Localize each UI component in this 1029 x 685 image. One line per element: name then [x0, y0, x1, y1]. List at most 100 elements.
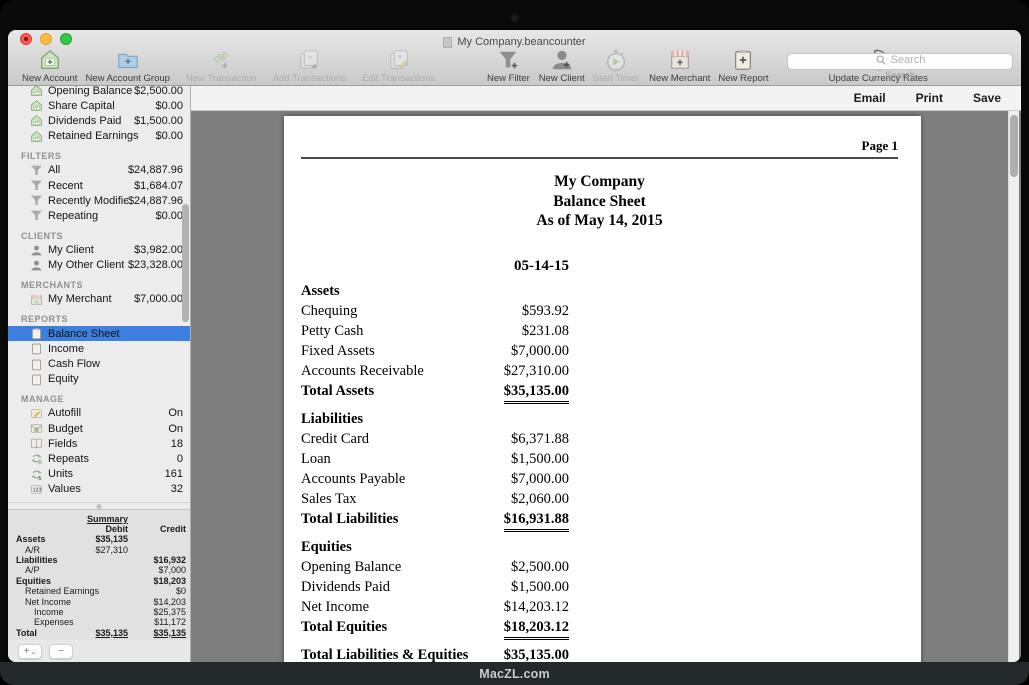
new-account-icon: [38, 48, 62, 72]
viewer-scrollbar-thumb[interactable]: [1010, 115, 1018, 177]
new-report-button[interactable]: New Report: [718, 48, 768, 84]
report-subtitle: As of May 14, 2015: [301, 211, 898, 231]
new-filter-button[interactable]: New Filter: [487, 48, 530, 84]
total-liabilities-row: Total Liabilities $16,931.88: [301, 509, 569, 532]
new-account-group-icon: [116, 48, 140, 72]
item-label: My Other Client: [48, 259, 124, 271]
summary-label: Expenses: [16, 617, 76, 627]
row-value: $35,135.00: [504, 381, 569, 404]
remove-button[interactable]: −: [49, 644, 73, 659]
item-value: On: [168, 407, 183, 419]
item-label: Budget: [48, 423, 83, 435]
row-label: Fixed Assets: [301, 341, 375, 361]
row-label: Total Assets: [301, 381, 374, 404]
row-value: $35,135.00: [504, 645, 569, 663]
sidebar-item-repeats[interactable]: Repeats 0: [8, 451, 190, 466]
sidebar-item-retained-earnings[interactable]: Retained Earnings $0.00: [8, 129, 190, 144]
toolbar-label: New Account: [22, 73, 77, 84]
filter-icon: [30, 179, 43, 192]
plus-icon: +: [24, 646, 30, 657]
sidebar-item-values[interactable]: Values 32: [8, 482, 190, 497]
company-name: My Company: [301, 172, 898, 192]
sidebar-item-units[interactable]: Units 161: [8, 467, 190, 482]
splitter-handle[interactable]: [8, 502, 190, 509]
sidebar-item-filter-repeating[interactable]: Repeating $0.00: [8, 208, 190, 223]
filter-icon: [30, 164, 43, 177]
summary-label: Net Income: [16, 597, 76, 607]
section-header-merchants: MERCHANTS: [8, 273, 190, 292]
item-value: $23,328.00: [128, 259, 183, 271]
sidebar-item-cash-flow[interactable]: Cash Flow: [8, 356, 190, 371]
summary-label: Retained Earnings: [16, 586, 99, 596]
close-button[interactable]: [20, 33, 32, 45]
new-merchant-icon: [668, 48, 692, 72]
summary-label: Liabilities: [16, 555, 76, 565]
new-client-button[interactable]: New Client: [539, 48, 585, 84]
sidebar-item-fields[interactable]: Fields 18: [8, 436, 190, 451]
report-actionbar: Email Print Save: [191, 86, 1021, 111]
report-icon: [30, 327, 43, 340]
email-button[interactable]: Email: [854, 91, 886, 105]
toolbar-label: Edit Transactions: [362, 73, 435, 84]
summary-debit: $35,135: [76, 534, 128, 544]
row-value: $27,310.00: [504, 361, 569, 381]
summary-row-ap: A/P $7,000: [16, 565, 186, 575]
summary-label: Equities: [16, 576, 76, 586]
sidebar-item-income[interactable]: Income: [8, 341, 190, 356]
row-value: $593.92: [522, 301, 569, 321]
sidebar-item-filter-all[interactable]: All $24,887.96: [8, 163, 190, 178]
add-transactions-icon: [297, 48, 321, 72]
add-button[interactable]: + ⌄: [18, 644, 42, 659]
autofill-icon: [30, 407, 43, 420]
row-label: Accounts Payable: [301, 469, 405, 489]
new-filter-icon: [496, 48, 520, 72]
row-label: Sales Tax: [301, 489, 357, 509]
sidebar-item-my-other-client[interactable]: My Other Client $23,328.00: [8, 258, 190, 273]
save-button[interactable]: Save: [973, 91, 1001, 105]
zoom-button[interactable]: [60, 33, 72, 45]
row-label: Total Liabilities & Equities: [301, 645, 468, 663]
edit-transactions-button: Edit Transactions: [362, 48, 435, 84]
sidebar-item-opening-balance[interactable]: Opening Balance $2,500.00: [8, 86, 190, 98]
sidebar-item-balance-sheet[interactable]: Balance Sheet: [8, 326, 190, 341]
minus-icon: −: [58, 646, 64, 657]
summary-row-net-income: Net Income $14,203: [16, 596, 186, 606]
print-button[interactable]: Print: [916, 91, 943, 105]
summary-debit: $27,310: [76, 545, 128, 555]
sidebar-footer: + ⌄ −: [8, 640, 190, 662]
new-account-button[interactable]: New Account: [22, 48, 77, 84]
sidebar-item-filter-recently-modified[interactable]: Recently Modified $24,887.96: [8, 193, 190, 208]
section-header-reports: REPORTS: [8, 307, 190, 326]
sidebar-item-share-capital[interactable]: Share Capital $0.00: [8, 98, 190, 113]
new-account-group-button[interactable]: New Account Group: [85, 48, 170, 84]
report-row: Accounts Payable $7,000.00: [301, 469, 569, 489]
item-label: Retained Earnings: [48, 130, 139, 142]
report-heading: My Company Balance Sheet As of May 14, 2…: [301, 172, 898, 231]
header-rule: [301, 157, 898, 159]
report-page: Page 1 My Company Balance Sheet As of Ma…: [284, 116, 921, 662]
section-header-clients: CLIENTS: [8, 224, 190, 243]
report-row: Accounts Receivable $27,310.00: [301, 361, 569, 381]
sidebar-item-my-client[interactable]: My Client $3,982.00: [8, 243, 190, 258]
sidebar-item-autofill[interactable]: Autofill On: [8, 406, 190, 421]
item-label: Opening Balance: [48, 86, 132, 97]
sidebar-item-my-merchant[interactable]: My Merchant $7,000.00: [8, 292, 190, 307]
viewer-scrollbar[interactable]: [1008, 111, 1019, 662]
search-input[interactable]: [787, 53, 1013, 70]
sidebar-scrollbar-thumb[interactable]: [182, 204, 189, 322]
row-label: Credit Card: [301, 429, 369, 449]
client-icon: [30, 244, 43, 257]
sidebar-item-dividends-paid[interactable]: Dividends Paid $1,500.00: [8, 113, 190, 128]
row-value: $1,500.00: [511, 449, 569, 469]
summary-row-assets: Assets $35,135: [16, 534, 186, 544]
new-merchant-button[interactable]: New Merchant: [649, 48, 710, 84]
toolbar: New Account New Account Group New Transa…: [8, 48, 1021, 86]
summary-title-row: Summary: [16, 513, 186, 523]
sidebar-scroll[interactable]: Opening Balance $2,500.00 Share Capital …: [8, 86, 190, 502]
sidebar-item-equity[interactable]: Equity: [8, 372, 190, 387]
sidebar-item-budget[interactable]: Budget On: [8, 421, 190, 436]
minimize-button[interactable]: [40, 33, 52, 45]
section-title: Assets: [301, 281, 340, 301]
sidebar-item-filter-recent[interactable]: Recent $1,684.07: [8, 178, 190, 193]
report-row: Sales Tax $2,060.00: [301, 489, 569, 509]
